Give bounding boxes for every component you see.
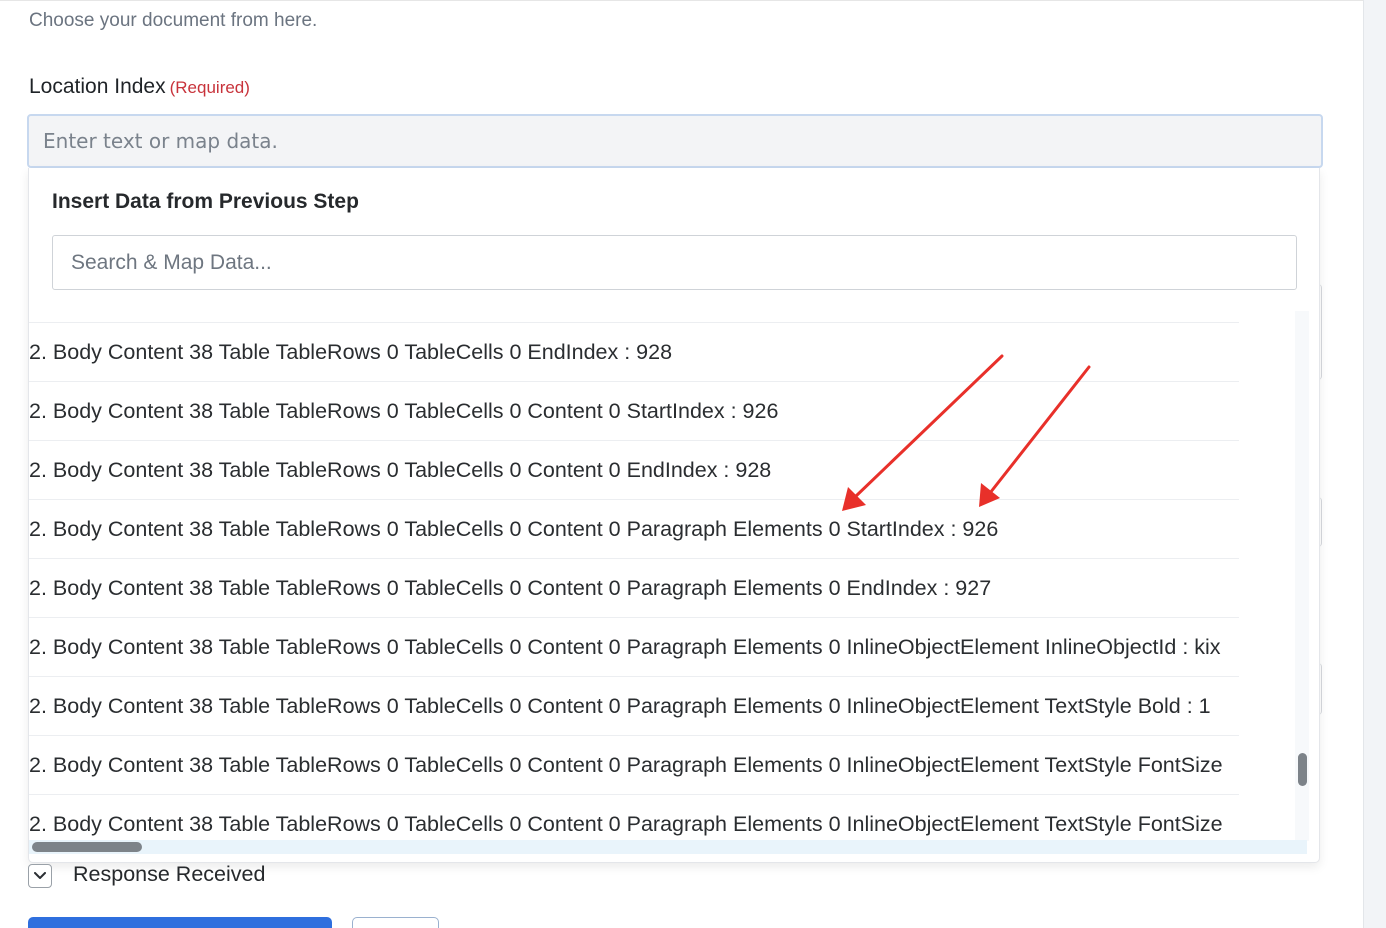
location-index-label: Location Index (Required) [29, 75, 250, 99]
horizontal-scrollbar[interactable] [29, 840, 1307, 854]
list-item-label: 2. Body Content 38 Table TableRows 0 Tab… [29, 399, 779, 423]
list-item[interactable]: 2. Body Content 38 Table TableRows 0 Tab… [29, 499, 1239, 558]
list-item[interactable]: 2. Body Content 38 Table TableRows 0 Tab… [29, 558, 1239, 617]
search-map-data-input[interactable] [52, 235, 1297, 290]
page-scrollbar[interactable] [1363, 0, 1386, 928]
location-index-label-text: Location Index [29, 75, 166, 98]
response-toggle-button[interactable] [28, 864, 52, 888]
chevron-down-icon [34, 872, 46, 879]
list-item[interactable]: 2. Body Content 38 Table TableRows 0 Tab… [29, 794, 1239, 842]
data-options-list: 2. Body Content 38 Table TableRows 0 Tab… [29, 322, 1307, 842]
list-item[interactable]: 2. Body Content 38 Table TableRows 0 Tab… [29, 440, 1239, 499]
list-item-label: 2. Body Content 38 Table TableRows 0 Tab… [29, 812, 1223, 836]
location-index-input[interactable] [27, 114, 1323, 168]
page: Choose your document from here. Location… [0, 0, 1386, 928]
list-item-label: 2. Body Content 38 Table TableRows 0 Tab… [29, 635, 1221, 659]
required-indicator: (Required) [169, 78, 250, 97]
response-received-label: Response Received [73, 862, 266, 886]
list-item[interactable]: 2. Body Content 38 Table TableRows 0 Tab… [29, 322, 1239, 381]
vertical-scrollbar[interactable] [1295, 311, 1309, 841]
primary-action-button[interactable] [28, 917, 332, 928]
secondary-action-button[interactable] [352, 917, 439, 928]
list-item-label: 2. Body Content 38 Table TableRows 0 Tab… [29, 753, 1223, 777]
top-divider [0, 0, 1364, 1]
helper-text: Choose your document from here. [29, 10, 318, 31]
list-item-label: 2. Body Content 38 Table TableRows 0 Tab… [29, 694, 1211, 718]
list-item-label: 2. Body Content 38 Table TableRows 0 Tab… [29, 458, 772, 482]
dropdown-title: Insert Data from Previous Step [52, 190, 359, 213]
list-item-label: 2. Body Content 38 Table TableRows 0 Tab… [29, 517, 999, 541]
list-item-label: 2. Body Content 38 Table TableRows 0 Tab… [29, 576, 992, 600]
list-item-label: 2. Body Content 38 Table TableRows 0 Tab… [29, 340, 673, 364]
horizontal-scrollbar-thumb[interactable] [32, 842, 142, 852]
insert-data-dropdown: Insert Data from Previous Step 2. Body C… [28, 168, 1320, 863]
list-item[interactable]: 2. Body Content 38 Table TableRows 0 Tab… [29, 676, 1239, 735]
list-item[interactable]: 2. Body Content 38 Table TableRows 0 Tab… [29, 617, 1239, 676]
list-item[interactable]: 2. Body Content 38 Table TableRows 0 Tab… [29, 381, 1239, 440]
vertical-scrollbar-thumb[interactable] [1298, 753, 1307, 786]
list-item[interactable]: 2. Body Content 38 Table TableRows 0 Tab… [29, 735, 1239, 794]
